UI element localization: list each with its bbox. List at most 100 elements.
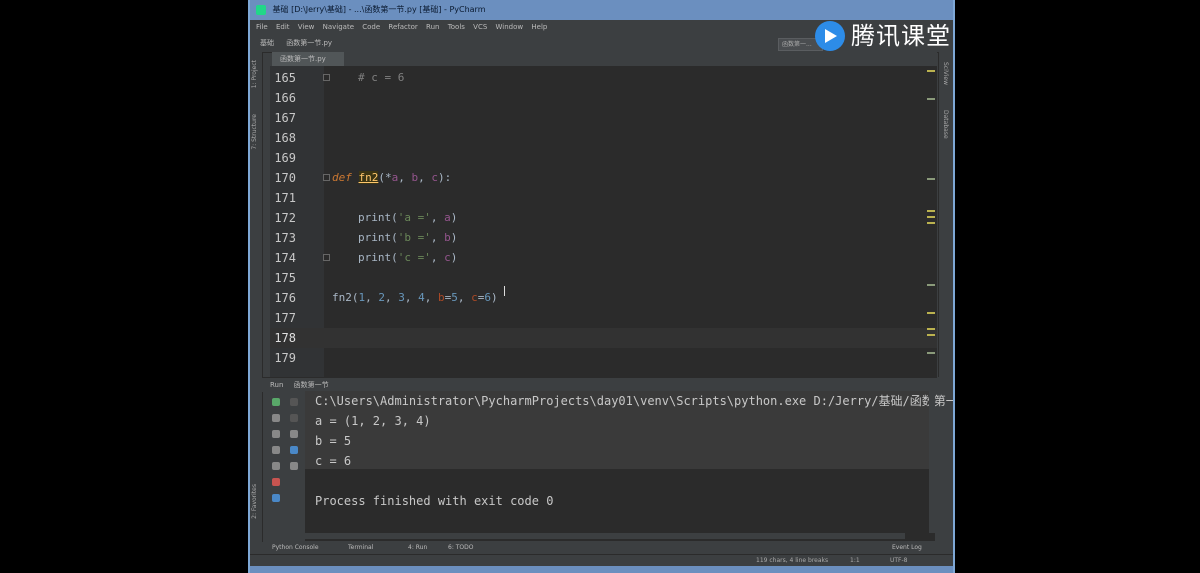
menu-navigate[interactable]: Navigate [323, 23, 354, 31]
console-line: b = 5 [315, 434, 352, 448]
param-b: b [444, 231, 451, 244]
fold-marker-icon[interactable] [323, 74, 330, 81]
builtin-print: print( [358, 211, 398, 224]
warning-mark-icon[interactable] [927, 210, 935, 212]
string-literal: 'c =' [397, 251, 431, 264]
breadcrumb-project[interactable]: 基础 [260, 39, 274, 47]
code-editor[interactable]: 165 # c = 6 166 167 168 169 170 def fn2(… [270, 66, 937, 377]
string-literal: 'a =' [397, 211, 431, 224]
menu-vcs[interactable]: VCS [473, 23, 487, 31]
menu-tools[interactable]: Tools [448, 23, 465, 31]
breadcrumb-file[interactable]: 函数第一节.py [286, 39, 332, 47]
punctuation: ) [450, 251, 458, 264]
scroll-down-icon[interactable] [290, 414, 298, 422]
menu-file[interactable]: File [256, 23, 268, 31]
line-number: 166 [274, 91, 296, 105]
menu-run[interactable]: Run [426, 23, 439, 31]
error-stripe[interactable] [927, 66, 935, 377]
builtin-print: print( [358, 231, 398, 244]
pin-icon[interactable] [272, 462, 280, 470]
vertical-scrollbar[interactable] [929, 391, 935, 533]
code-line: 175 [270, 268, 937, 288]
menu-edit[interactable]: Edit [276, 23, 290, 31]
tool-database[interactable]: Database [942, 110, 949, 139]
tool-favorites[interactable]: 2: Favorites [251, 484, 258, 519]
punctuation: ) [491, 291, 498, 304]
code-line: 173 print('b =', b) [270, 228, 937, 248]
right-tool-strip: SciView Database [938, 52, 953, 377]
string-literal: 'b =' [397, 231, 431, 244]
warning-mark-icon[interactable] [927, 328, 935, 330]
punctuation: , [430, 211, 445, 224]
warning-mark-icon[interactable] [927, 216, 935, 218]
pause-icon[interactable] [272, 430, 280, 438]
param-a: a [444, 211, 451, 224]
terminal-tab[interactable]: Terminal [348, 542, 373, 554]
python-console-tab[interactable]: Python Console [272, 542, 319, 554]
punctuation: , [430, 251, 445, 264]
param-c: c [431, 171, 438, 184]
marker-icon[interactable] [927, 352, 935, 354]
warning-mark-icon[interactable] [927, 334, 935, 336]
keyword-arg: b [438, 291, 445, 304]
text-cursor-icon [504, 286, 505, 296]
run-toolbar [264, 392, 304, 542]
line-number: 170 [274, 171, 296, 185]
soft-wrap-icon[interactable] [290, 430, 298, 438]
line-number: 176 [274, 291, 296, 305]
marker-icon[interactable] [927, 98, 935, 100]
warning-mark-icon[interactable] [927, 312, 935, 314]
menu-code[interactable]: Code [362, 23, 380, 31]
param-c: c [444, 251, 451, 264]
menu-view[interactable]: View [298, 23, 315, 31]
rerun-icon[interactable] [272, 398, 280, 406]
menu-help[interactable]: Help [531, 23, 547, 31]
tool-sciview[interactable]: SciView [942, 62, 949, 85]
editor-tab-bar: 函数第一节.py [272, 52, 937, 66]
run-console[interactable]: C:\Users\Administrator\PycharmProjects\d… [305, 391, 953, 541]
settings-icon[interactable] [272, 446, 280, 454]
warning-mark-icon[interactable] [927, 222, 935, 224]
keyword-arg: c [471, 291, 478, 304]
punctuation: , [418, 171, 432, 184]
marker-icon[interactable] [927, 178, 935, 180]
code-line: 167 [270, 108, 937, 128]
stop-icon[interactable] [290, 398, 298, 406]
menu-refactor[interactable]: Refactor [388, 23, 417, 31]
punctuation: , [430, 231, 445, 244]
print-icon[interactable] [290, 446, 298, 454]
tencent-classroom-logo: 腾讯课堂 [815, 16, 953, 56]
marker-icon[interactable] [927, 284, 935, 286]
tool-project[interactable]: 1: Project [251, 60, 258, 88]
run-tab[interactable]: 4: Run [408, 542, 427, 554]
todo-tab[interactable]: 6: TODO [448, 542, 473, 554]
help-icon[interactable] [272, 494, 280, 502]
event-log-button[interactable]: Event Log [892, 542, 922, 554]
line-number: 171 [274, 191, 296, 205]
punctuation: ) [450, 231, 458, 244]
console-line: c = 6 [315, 454, 352, 468]
code-line: 172 print('a =', a) [270, 208, 937, 228]
close-icon[interactable] [272, 478, 280, 486]
code-line: 177 [270, 308, 937, 328]
fold-marker-icon[interactable] [323, 254, 330, 261]
left-tool-strip: 1: Project 7: Structure 2: Favorites [250, 52, 263, 542]
tab-file[interactable]: 函数第一节.py [272, 52, 344, 66]
run-config-name[interactable]: 函数第一节 [294, 381, 329, 389]
pycharm-window: 基础 [D:\Jerry\基础] - ...\函数第一节.py [基础] - P… [248, 0, 955, 573]
clear-icon[interactable] [290, 462, 298, 470]
tool-structure[interactable]: 7: Structure [251, 114, 258, 150]
fold-marker-icon[interactable] [323, 174, 330, 181]
pycharm-app-icon [256, 4, 266, 15]
punctuation: , [457, 291, 472, 304]
menu-window[interactable]: Window [496, 23, 524, 31]
warning-mark-icon[interactable] [927, 70, 935, 72]
code-line: 165 # c = 6 [270, 68, 937, 88]
code-line: 168 [270, 128, 937, 148]
horizontal-scrollbar[interactable] [305, 533, 905, 539]
scroll-up-icon[interactable] [272, 414, 280, 422]
run-panel-title: Run [270, 381, 284, 389]
line-number: 179 [274, 351, 296, 365]
line-number: 168 [274, 131, 296, 145]
punctuation: , [424, 291, 438, 304]
